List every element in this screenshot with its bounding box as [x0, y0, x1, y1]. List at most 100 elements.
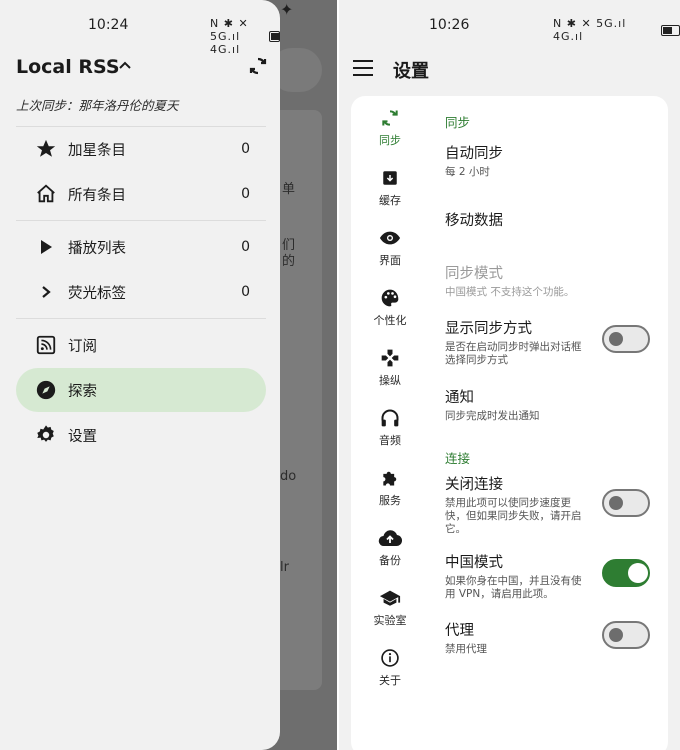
nav-count: 0 [241, 186, 250, 202]
setting-close-connection[interactable]: 关闭连接 禁用此项可以使同步速度更快，但如果同步失败，请开启它。 [445, 473, 585, 536]
nav-count: 0 [241, 141, 250, 157]
background-text: lr [280, 560, 289, 575]
rail-label: 同步 [379, 134, 401, 147]
background-text: do [280, 469, 297, 484]
chevron-up-icon[interactable] [118, 57, 132, 76]
home-icon [34, 182, 58, 206]
setting-china-mode[interactable]: 中国模式 如果你身在中国，并且没有使用 VPN，请启用此项。 [445, 551, 585, 601]
rail-item-personalize[interactable]: 个性化 [365, 286, 415, 328]
nav-item-all[interactable]: 所有条目 0 [16, 172, 266, 216]
setting-subtitle: 如果你身在中国，并且没有使用 VPN，请启用此项。 [445, 575, 582, 600]
right-screen: 10:26 N ✱ ✕ 5G.ıl 4G.ıl 设置 同步 缓存 界面 个性化 [339, 0, 680, 750]
toggle-knob [609, 628, 623, 642]
setting-mobile-data[interactable]: 移动数据 [445, 209, 585, 230]
nav-label: 订阅 [68, 338, 97, 355]
rail-item-audio[interactable]: 音频 [365, 406, 415, 448]
rail-item-sync[interactable]: 同步 [365, 106, 415, 148]
rail-item-services[interactable]: 服务 [365, 466, 415, 508]
info-icon [365, 646, 415, 670]
setting-subtitle: 中国模式 不支持这个功能。 [445, 286, 575, 298]
rail-label: 个性化 [373, 314, 407, 327]
app-title[interactable]: Local RSS [16, 56, 120, 78]
rail-label: 缓存 [379, 194, 401, 207]
rail-label: 界面 [379, 254, 401, 267]
divider [16, 318, 266, 319]
menu-icon[interactable] [353, 60, 373, 76]
eye-icon [365, 226, 415, 250]
nav-label: 探索 [68, 383, 97, 400]
battery-icon [660, 24, 680, 36]
toggle-knob [609, 496, 623, 510]
cloud-upload-icon [365, 526, 415, 550]
sparkle-icon: ✦ [280, 0, 294, 19]
section-header-connection: 连接 [445, 451, 471, 466]
toggle-show-sync-method[interactable] [602, 325, 650, 353]
setting-subtitle: 同步完成时发出通知 [445, 410, 540, 422]
rail-item-controls[interactable]: 操纵 [365, 346, 415, 388]
sync-icon [365, 106, 415, 130]
nav-item-playlist[interactable]: 播放列表 0 [16, 225, 266, 269]
setting-subtitle: 禁用此项可以使同步速度更快，但如果同步失败，请开启它。 [445, 497, 582, 535]
top-app-bar: 设置 [339, 50, 680, 90]
rail-label: 实验室 [373, 614, 407, 627]
puzzle-icon [365, 466, 415, 490]
nav-item-subscriptions[interactable]: 订阅 [16, 323, 266, 367]
nav-label: 荧光标签 [68, 285, 126, 302]
rail-label: 音频 [379, 434, 401, 447]
settings-panel: 同步 缓存 界面 个性化 操纵 音频 服务 备份 实验室 关于 同步 自动同步 … [351, 96, 668, 750]
setting-title: 中国模式 [445, 555, 503, 571]
last-sync-text: 上次同步：那年洛丹伦的夏天 [16, 98, 179, 113]
status-indicators: N ✱ ✕ 5G.ıl 4G.ıl [553, 17, 627, 43]
setting-subtitle: 是否在启动同步时弹出对话框选择同步方式 [445, 341, 582, 366]
rail-item-lab[interactable]: 实验室 [365, 586, 415, 628]
nav-item-highlights[interactable]: 荧光标签 0 [16, 270, 266, 314]
setting-title: 移动数据 [445, 213, 503, 229]
status-time: 10:26 [429, 17, 470, 33]
rail-label: 操纵 [379, 374, 401, 387]
nav-item-settings[interactable]: 设置 [16, 413, 266, 457]
rail-label: 服务 [379, 494, 401, 507]
setting-subtitle: 每 2 小时 [445, 166, 490, 178]
chevron-right-icon [34, 280, 58, 304]
setting-subtitle: 禁用代理 [445, 643, 487, 655]
status-icons: N ✱ ✕ 5G.ıl 4G.ıl [553, 17, 680, 43]
rail-item-interface[interactable]: 界面 [365, 226, 415, 268]
setting-title: 关闭连接 [445, 477, 503, 493]
background-content: 单 们 的 do lr [270, 0, 337, 750]
nav-item-explore[interactable]: 探索 [16, 368, 266, 412]
setting-proxy[interactable]: 代理 禁用代理 [445, 619, 585, 656]
nav-label: 播放列表 [68, 240, 126, 257]
status-bar: 10:26 N ✱ ✕ 5G.ıl 4G.ıl [339, 0, 680, 50]
sync-icon[interactable] [246, 54, 270, 78]
nav-label: 加星条目 [68, 142, 126, 159]
toggle-close-connection[interactable] [602, 489, 650, 517]
setting-notification[interactable]: 通知 同步完成时发出通知 [445, 386, 585, 423]
navigation-drawer: 10:24 N ✱ ✕ 5G.ıl 4G.ıl Local RSS 上次同步：那… [0, 0, 280, 750]
rail-item-about[interactable]: 关于 [365, 646, 415, 688]
divider [16, 220, 266, 221]
toggle-china-mode[interactable] [602, 559, 650, 587]
setting-auto-sync[interactable]: 自动同步 每 2 小时 [445, 142, 585, 179]
background-card [280, 110, 322, 690]
toggle-proxy[interactable] [602, 621, 650, 649]
background-text: 的 [282, 254, 296, 269]
nav-label: 设置 [68, 428, 97, 445]
play-icon [34, 235, 58, 259]
gear-icon [34, 423, 58, 447]
nav-count: 0 [241, 284, 250, 300]
star-icon [34, 137, 58, 161]
setting-title: 代理 [445, 623, 474, 639]
setting-title: 自动同步 [445, 146, 503, 162]
gamepad-icon [365, 346, 415, 370]
nav-item-starred[interactable]: 加星条目 0 [16, 127, 266, 171]
battery-icon [268, 31, 280, 42]
page-title: 设置 [393, 61, 429, 82]
setting-show-sync-method[interactable]: 显示同步方式 是否在启动同步时弹出对话框选择同步方式 [445, 317, 585, 367]
archive-icon [365, 166, 415, 190]
setting-sync-mode: 同步模式 中国模式 不支持这个功能。 [445, 262, 585, 299]
rail-item-cache[interactable]: 缓存 [365, 166, 415, 208]
status-indicators: N ✱ ✕ 5G.ıl 4G.ıl [210, 17, 249, 56]
setting-title: 通知 [445, 390, 474, 406]
school-icon [365, 586, 415, 610]
rail-item-backup[interactable]: 备份 [365, 526, 415, 568]
